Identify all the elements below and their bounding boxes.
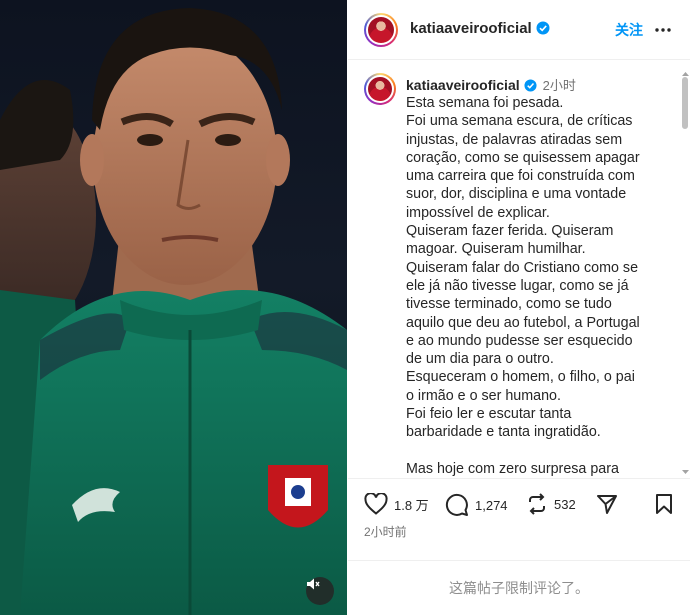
repost-count: 532 xyxy=(554,496,576,512)
caption-text: Esta semana foi pesada. Foi uma semana es… xyxy=(406,94,676,477)
mute-button[interactable] xyxy=(306,577,334,605)
caption-line: e ao mundo pudesse ser esquecido xyxy=(406,332,633,349)
speaker-muted-icon xyxy=(307,578,320,590)
comment-count: 1,274 xyxy=(475,497,508,513)
share-button[interactable] xyxy=(596,493,618,515)
caption-line: tivesse terminado, como se tudo xyxy=(406,296,612,313)
caption-line: Quiseram fazer ferida. Quiseram xyxy=(406,223,614,240)
caption-line: Foi uma semana escura, de críticas xyxy=(406,113,633,130)
caption-scrollbar[interactable] xyxy=(681,71,690,477)
caption-line: Esqueceram o homem, o filho, o pai xyxy=(406,369,635,386)
repost-icon xyxy=(529,493,545,515)
caption-line: magoar. Quiseram humilhar. xyxy=(406,241,586,258)
save-button[interactable] xyxy=(654,493,674,515)
caption-line xyxy=(406,442,676,460)
comments-disabled-notice: 这篇帖子限制评论了。 xyxy=(348,560,690,615)
caption-line: Foi feio ler e escutar tanta xyxy=(406,406,572,423)
caption-line: Mas hoje com zero surpresa para xyxy=(406,460,619,477)
comment-icon xyxy=(445,493,468,516)
caption-line: aquilo que deu ao futebol, a Portugal xyxy=(406,314,640,331)
caption-line: Esta semana foi pesada. xyxy=(406,95,564,111)
verified-badge-icon xyxy=(536,21,550,35)
heart-icon xyxy=(364,493,388,515)
caption-line: ele já não tivesse lugar, como se já xyxy=(406,277,629,294)
caption-line: o irmão e o ser humano. xyxy=(406,387,561,404)
caption-line: barbaridade e tanta ingratidão. xyxy=(406,424,601,441)
caption-avatar[interactable] xyxy=(364,73,396,105)
verified-badge-icon xyxy=(524,79,537,92)
scroll-down-icon[interactable] xyxy=(682,469,689,475)
post-header: katiaaveirooficial 关注 xyxy=(348,0,690,60)
post-sidebar: katiaaveirooficial 关注 katiaaveirooficial… xyxy=(348,0,690,615)
scroll-thumb[interactable] xyxy=(682,77,688,129)
caption-area: katiaaveirooficial 2小时 Esta semana foi p… xyxy=(348,61,690,477)
more-horizontal-icon[interactable] xyxy=(654,21,672,39)
bookmark-icon xyxy=(656,494,672,514)
repost-button[interactable]: 532 xyxy=(526,493,576,515)
caption-username: katiaaveirooficial 2小时 xyxy=(406,75,576,94)
caption-line: coração, como se quisessem apagar xyxy=(406,149,640,166)
post-photo[interactable] xyxy=(0,0,347,615)
caption-line: injustas, de palavras atiradas sem xyxy=(406,131,623,148)
avatar[interactable] xyxy=(364,12,398,47)
caption-username-text[interactable]: katiaaveirooficial xyxy=(406,77,520,93)
header-username[interactable]: katiaaveirooficial xyxy=(410,20,550,37)
player-photo xyxy=(0,8,347,615)
like-button[interactable]: 1.8 万 xyxy=(364,493,429,515)
follow-button[interactable]: 关注 xyxy=(615,20,643,40)
caption-line: uma carreira que foi construída com xyxy=(406,168,635,185)
username-text[interactable]: katiaaveirooficial xyxy=(410,20,532,37)
caption-line: Quiseram falar do Cristiano como se xyxy=(406,259,639,276)
comments-disabled-text: 这篇帖子限制评论了。 xyxy=(449,580,589,596)
send-icon xyxy=(597,495,617,514)
like-count: 1.8 万 xyxy=(394,497,429,513)
caption-time: 2小时 xyxy=(542,78,576,93)
caption-line: suor, dor, disciplina e uma vontade xyxy=(406,186,627,203)
caption-line: de um dia para o outro. xyxy=(406,351,554,368)
post-timestamp: 2小时前 xyxy=(364,525,407,539)
caption-line: impossível de explicar. xyxy=(406,204,550,221)
comment-button[interactable]: 1,274 xyxy=(445,493,508,517)
